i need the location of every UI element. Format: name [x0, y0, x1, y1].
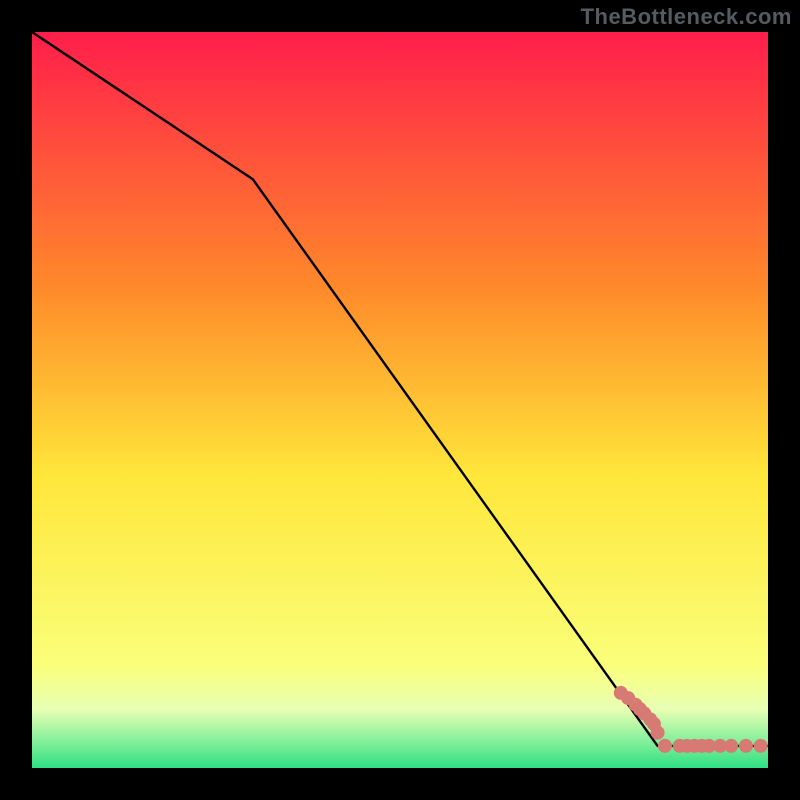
chart-plot [32, 32, 768, 768]
data-point [754, 739, 768, 753]
data-point [651, 726, 665, 740]
chart-stage: TheBottleneck.com [0, 0, 800, 800]
watermark-text: TheBottleneck.com [581, 4, 792, 30]
chart-background [32, 32, 768, 768]
chart-svg [32, 32, 768, 768]
data-point [724, 739, 738, 753]
data-point [739, 739, 753, 753]
data-point [658, 739, 672, 753]
